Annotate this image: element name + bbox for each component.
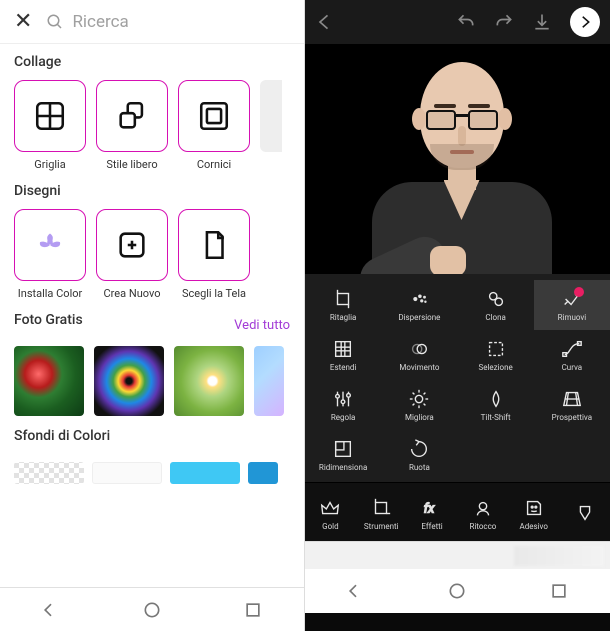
collage-grid-button[interactable] bbox=[14, 80, 86, 152]
see-all-link[interactable]: Vedi tutto bbox=[234, 318, 290, 333]
redo-icon[interactable] bbox=[494, 12, 514, 32]
lotus-icon bbox=[33, 228, 67, 262]
bottom-tool-sticker[interactable]: Adesivo bbox=[508, 489, 559, 539]
collage-item-label: Stile libero bbox=[96, 158, 168, 171]
nav-recent-icon[interactable] bbox=[549, 581, 569, 601]
color-swatch-transparent[interactable] bbox=[14, 462, 84, 484]
section-title-disegni: Disegni bbox=[14, 183, 290, 199]
nav-recent-icon[interactable] bbox=[243, 600, 263, 620]
disegni-color-button[interactable] bbox=[14, 209, 86, 281]
photo-thumb[interactable] bbox=[174, 346, 244, 416]
next-button[interactable] bbox=[570, 7, 600, 37]
color-swatch-blue[interactable] bbox=[248, 462, 278, 484]
tool-selection[interactable]: Selezione bbox=[458, 330, 534, 380]
photo-thumb[interactable] bbox=[94, 346, 164, 416]
photo-thumb[interactable] bbox=[14, 346, 84, 416]
collage-freestyle-button[interactable] bbox=[96, 80, 168, 152]
bottom-tool-retouch[interactable]: Ritocco bbox=[457, 489, 508, 539]
tool-tiltshift[interactable]: Tilt-Shift bbox=[458, 380, 534, 430]
tool-resize[interactable]: Ridimensiona bbox=[305, 430, 381, 480]
tool-rotate[interactable]: Ruota bbox=[381, 430, 457, 480]
disegni-item-label: Scegli la Tela bbox=[178, 287, 250, 300]
nav-home-icon[interactable] bbox=[447, 581, 467, 601]
svg-text:fx: fx bbox=[424, 502, 435, 517]
bottom-tool-crop2[interactable]: Strumenti bbox=[356, 489, 407, 539]
footer-strip bbox=[305, 541, 610, 569]
nav-home-icon[interactable] bbox=[142, 600, 162, 620]
close-icon[interactable]: ✕ bbox=[14, 9, 32, 34]
collage-item-label: Cornici bbox=[178, 158, 250, 171]
photo-thumb[interactable] bbox=[254, 346, 284, 416]
tool-curve[interactable]: Curva bbox=[534, 330, 610, 380]
tool-motion[interactable]: Movimento bbox=[381, 330, 457, 380]
disegni-item-label: Crea Nuovo bbox=[96, 287, 168, 300]
tool-adjust[interactable]: Regola bbox=[305, 380, 381, 430]
bottom-tool-fx[interactable]: fxEffetti bbox=[407, 489, 458, 539]
grid-icon bbox=[33, 99, 67, 133]
tool-remove[interactable]: Rimuovi bbox=[534, 280, 610, 330]
search-icon bbox=[46, 13, 64, 31]
tool-dispersion[interactable]: Dispersione bbox=[381, 280, 457, 330]
search-placeholder: Ricerca bbox=[72, 12, 128, 32]
page-icon bbox=[197, 228, 231, 262]
color-swatch-cyan[interactable] bbox=[170, 462, 240, 484]
collage-item-label: Griglia bbox=[14, 158, 86, 171]
section-title-foto: Foto Gratis bbox=[14, 312, 83, 328]
nav-back-icon[interactable] bbox=[41, 600, 61, 620]
section-title-collage: Collage bbox=[14, 54, 290, 70]
canvas-preview[interactable] bbox=[305, 44, 610, 274]
tool-perspective[interactable]: Prospettiva bbox=[534, 380, 610, 430]
tool-clone[interactable]: Clona bbox=[458, 280, 534, 330]
undo-icon[interactable] bbox=[456, 12, 476, 32]
nav-back-icon[interactable] bbox=[346, 581, 366, 601]
back-icon[interactable] bbox=[315, 12, 335, 32]
tool-crop[interactable]: Ritaglia bbox=[305, 280, 381, 330]
freestyle-icon bbox=[115, 99, 149, 133]
color-swatch-white[interactable] bbox=[92, 462, 162, 484]
section-title-sfondi: Sfondi di Colori bbox=[14, 428, 290, 444]
collage-more-peek[interactable] bbox=[260, 80, 282, 152]
disegni-item-label: Installa Color bbox=[14, 287, 86, 300]
bottom-tool-crown[interactable]: Gold bbox=[305, 489, 356, 539]
frames-icon bbox=[197, 99, 231, 133]
download-icon[interactable] bbox=[532, 12, 552, 32]
portrait-illustration bbox=[358, 62, 558, 274]
search-input[interactable]: Ricerca bbox=[46, 12, 128, 32]
tool-enhance[interactable]: Migliora bbox=[381, 380, 457, 430]
tool-stretch[interactable]: Estendi bbox=[305, 330, 381, 380]
disegni-new-button[interactable] bbox=[96, 209, 168, 281]
plus-icon bbox=[115, 228, 149, 262]
collage-frames-button[interactable] bbox=[178, 80, 250, 152]
disegni-canvas-button[interactable] bbox=[178, 209, 250, 281]
bottom-tool-more[interactable] bbox=[559, 489, 610, 539]
